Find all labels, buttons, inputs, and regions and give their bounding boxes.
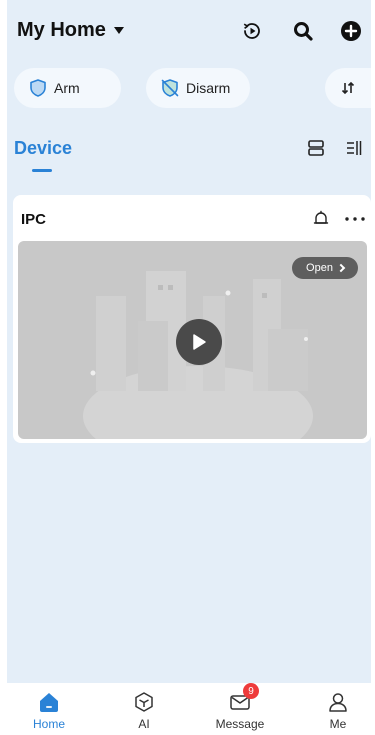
tab-message-label: Message xyxy=(215,717,265,731)
home-title: My Home xyxy=(17,19,106,41)
tab-active-indicator xyxy=(32,169,52,172)
layout-toggle-button[interactable] xyxy=(305,137,327,159)
search-icon xyxy=(294,22,313,41)
list-settings-button[interactable] xyxy=(343,137,365,159)
disarm-button[interactable]: Disarm xyxy=(146,68,250,108)
search-button[interactable] xyxy=(290,18,316,44)
sort-button[interactable] xyxy=(325,68,371,108)
tab-me[interactable]: Me xyxy=(303,683,373,735)
user-icon xyxy=(329,693,347,712)
open-button[interactable]: Open xyxy=(292,257,358,279)
playback-history-button[interactable] xyxy=(239,18,265,44)
add-circle-icon xyxy=(341,21,361,41)
list-edit-icon xyxy=(347,141,362,155)
main-content: My Home Arm Disarm Device IPC Open xyxy=(7,0,371,683)
play-button[interactable] xyxy=(176,319,222,365)
device-name: IPC xyxy=(21,211,47,228)
add-device-button[interactable] xyxy=(338,18,364,44)
tab-device[interactable]: Device xyxy=(14,138,72,159)
arm-button[interactable]: Arm xyxy=(14,68,121,108)
bell-icon xyxy=(313,210,329,224)
device-card[interactable]: IPC Open xyxy=(13,195,371,443)
camera-preview[interactable]: Open xyxy=(18,241,367,439)
more-horizontal-icon xyxy=(345,217,365,221)
app-root: My Home Arm Disarm Device IPC Open Home … xyxy=(0,0,375,735)
tab-home[interactable]: Home xyxy=(14,683,84,735)
tab-ai[interactable]: AI xyxy=(109,683,179,735)
play-icon xyxy=(193,334,206,350)
tab-ai-label: AI xyxy=(138,717,150,731)
notification-button[interactable] xyxy=(309,207,333,231)
header: My Home xyxy=(7,0,371,62)
shield-off-icon xyxy=(161,79,179,97)
caret-down-icon xyxy=(113,27,124,34)
card-layout-icon xyxy=(308,140,324,156)
open-label: Open xyxy=(306,262,333,274)
more-options-button[interactable] xyxy=(342,207,368,231)
message-badge: 9 xyxy=(243,683,259,699)
shield-icon xyxy=(30,79,46,97)
disarm-label: Disarm xyxy=(186,80,231,96)
tab-message[interactable]: 9 Message xyxy=(205,683,275,735)
home-icon xyxy=(40,693,58,712)
cube-icon xyxy=(135,692,153,712)
tab-me-label: Me xyxy=(329,717,347,731)
tab-home-label: Home xyxy=(32,717,65,731)
history-play-icon xyxy=(243,23,260,39)
sort-icon xyxy=(341,81,355,95)
chevron-right-icon xyxy=(336,263,346,273)
arm-label: Arm xyxy=(54,80,80,96)
home-selector[interactable]: My Home xyxy=(17,19,124,42)
bottom-tab-bar: Home AI 9 Message Me xyxy=(0,683,375,735)
